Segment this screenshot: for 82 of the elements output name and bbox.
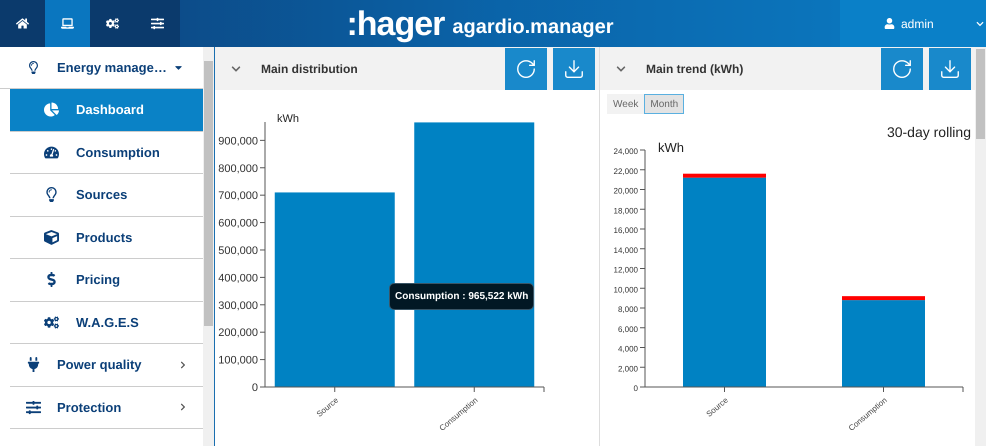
y-tick-label: 300,000: [218, 300, 258, 312]
y-tick-label: 24,000: [614, 147, 638, 156]
chevron-right-icon: [179, 403, 188, 412]
collapse-icon[interactable]: [231, 64, 241, 74]
chart-title: 30-day rolling: [886, 124, 971, 140]
gears-icon: [106, 17, 119, 30]
y-tick-label: 500,000: [218, 244, 258, 257]
item-label: Products: [76, 228, 132, 246]
y-tick-label: 0: [634, 384, 638, 393]
scrollbar-thumb[interactable]: [204, 61, 213, 326]
y-axis-label: kWh: [277, 113, 299, 125]
panel-title: Main distribution: [261, 60, 358, 78]
y-tick-label: 6,000: [618, 324, 638, 334]
sidebar-item[interactable]: Protection: [10, 386, 204, 429]
y-tick-label: 22,000: [614, 166, 638, 176]
nav-tab[interactable]: [135, 0, 180, 47]
refresh-icon: [515, 58, 537, 80]
item-label: Dashboard: [76, 101, 144, 119]
scrollbar[interactable]: [203, 47, 214, 446]
section-label: Energy manage…: [57, 58, 167, 77]
lightbulb-icon: [44, 187, 59, 202]
panel-title: Main trend (kWh): [646, 60, 744, 78]
gears-icon: [44, 314, 59, 330]
collapse-icon[interactable]: [616, 64, 626, 74]
y-tick-label: 100,000: [218, 354, 258, 367]
laptop-icon: [61, 17, 74, 30]
y-tick-label: 200,000: [218, 327, 258, 340]
y-tick-label: 16,000: [614, 226, 638, 235]
y-tick-label: 20,000: [614, 186, 638, 196]
download-icon: [563, 58, 585, 80]
sidebar-item[interactable]: Products: [10, 216, 204, 259]
product-name: agardio.manager: [452, 14, 614, 40]
sidebar-item[interactable]: Consumption: [10, 132, 204, 174]
download-button[interactable]: [929, 48, 971, 90]
y-tick-label: 600,000: [218, 218, 258, 230]
sliders-icon: [151, 17, 164, 30]
user-menu[interactable]: admin: [901, 14, 934, 32]
plug-icon: [26, 357, 41, 372]
y-tick-label: 4,000: [618, 344, 638, 354]
download-icon: [939, 58, 961, 80]
y-tick-label: 8,000: [618, 305, 638, 314]
sliders-icon: [26, 400, 41, 415]
pie-chart-icon: [44, 102, 59, 118]
brand-logo: :hager: [346, 6, 444, 40]
home-icon: [16, 17, 29, 30]
y-tick-label: 2,000: [618, 364, 638, 374]
scrollbar-thumb[interactable]: [976, 49, 985, 139]
download-button[interactable]: [553, 48, 595, 90]
y-tick-label: 12,000: [614, 266, 638, 274]
refresh-icon: [891, 58, 913, 80]
y-tick-label: 0: [252, 382, 258, 394]
refresh-button[interactable]: [881, 48, 923, 90]
item-label: Sources: [76, 186, 128, 204]
y-tick-label: 10,000: [614, 285, 638, 294]
chevron-down-icon[interactable]: [976, 20, 984, 28]
sidebar-item[interactable]: W.A.G.E.S: [10, 302, 204, 344]
nav-tab[interactable]: [0, 0, 45, 47]
y-tick-label: 400,000: [218, 272, 258, 284]
y-axis-label: kWh: [658, 140, 684, 155]
nav-tab[interactable]: [45, 0, 90, 47]
y-tick-label: 900,000: [218, 135, 258, 148]
sidebar-item[interactable]: Dashboard: [10, 89, 204, 132]
y-tick-label: 18,000: [614, 206, 638, 216]
nav-tab[interactable]: [90, 0, 135, 47]
chart-tooltip: Consumption : 965,522 kWh: [389, 283, 534, 310]
item-label: W.A.G.E.S: [76, 314, 139, 332]
period-tab[interactable]: Week: [607, 94, 644, 114]
y-tick-label: 14,000: [614, 246, 638, 255]
y-tick-label: 700,000: [218, 190, 258, 202]
item-label: Protection: [57, 398, 122, 416]
user-icon: [884, 18, 895, 29]
gauge-icon: [44, 144, 59, 160]
item-label: Pricing: [76, 271, 120, 289]
item-label: Power quality: [57, 356, 142, 374]
cube-icon: [44, 230, 59, 245]
chevron-right-icon: [179, 360, 188, 369]
lightbulb-icon: [27, 61, 40, 74]
scrollbar[interactable]: [975, 47, 986, 446]
y-tick-label: 800,000: [218, 162, 258, 175]
refresh-button[interactable]: [505, 48, 547, 90]
item-label: Consumption: [76, 144, 160, 162]
period-tab[interactable]: Month: [644, 94, 684, 114]
